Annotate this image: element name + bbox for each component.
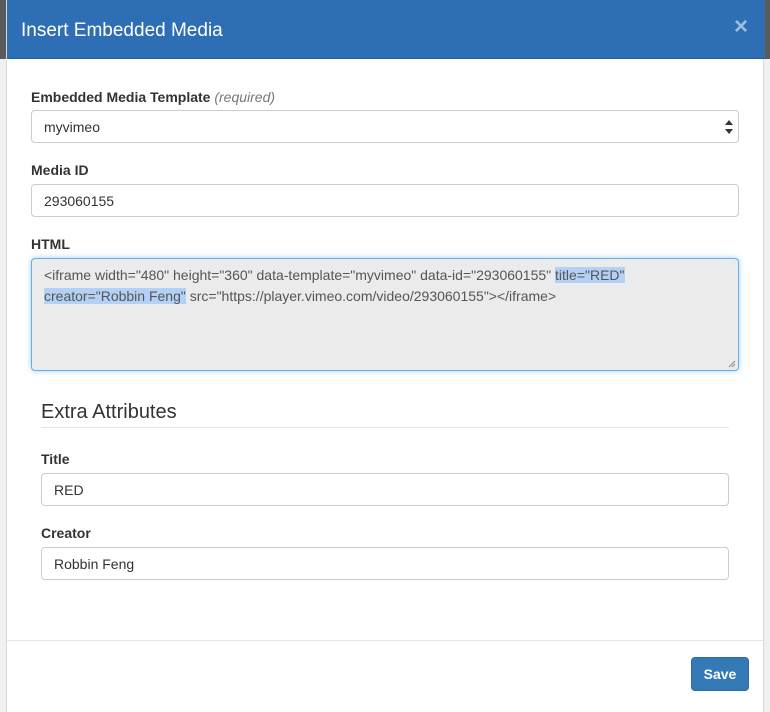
html-text-before: <iframe width="480" height="360" data-te…: [44, 267, 556, 283]
backdrop-right: [764, 59, 770, 712]
html-text-after: src="https://player.vimeo.com/video/2930…: [185, 288, 557, 304]
template-label-text: Embedded Media Template: [31, 89, 211, 105]
creator-label: Creator: [41, 525, 91, 541]
modal-header: Insert Embedded Media ×: [7, 0, 765, 59]
html-text-selected-creator: creator="Robbin Feng": [44, 288, 186, 304]
close-icon[interactable]: ×: [731, 15, 751, 39]
creator-input[interactable]: Robbin Feng: [41, 547, 729, 580]
media-id-input[interactable]: 293060155: [31, 184, 739, 217]
required-hint: (required): [214, 89, 276, 105]
template-select-value: myvimeo: [44, 119, 101, 135]
media-id-label: Media ID: [31, 162, 89, 178]
template-label: Embedded Media Template (required): [31, 88, 275, 106]
template-select[interactable]: myvimeo: [31, 110, 739, 143]
html-text-selected-title: title="RED": [555, 267, 625, 283]
insert-media-modal: Insert Embedded Media × Embedded Media T…: [6, 0, 765, 712]
extra-attributes-divider: [41, 427, 729, 428]
modal-title: Insert Embedded Media: [21, 20, 223, 41]
save-button[interactable]: Save: [691, 657, 749, 691]
title-label: Title: [41, 451, 70, 467]
extra-attributes-heading: Extra Attributes: [41, 401, 177, 423]
html-label: HTML: [31, 236, 70, 252]
select-arrows-icon: [725, 120, 733, 134]
html-textarea[interactable]: <iframe width="480" height="360" data-te…: [31, 258, 739, 371]
footer-divider: [7, 640, 765, 641]
title-input[interactable]: RED: [41, 473, 729, 506]
resize-handle-icon[interactable]: [728, 360, 736, 368]
